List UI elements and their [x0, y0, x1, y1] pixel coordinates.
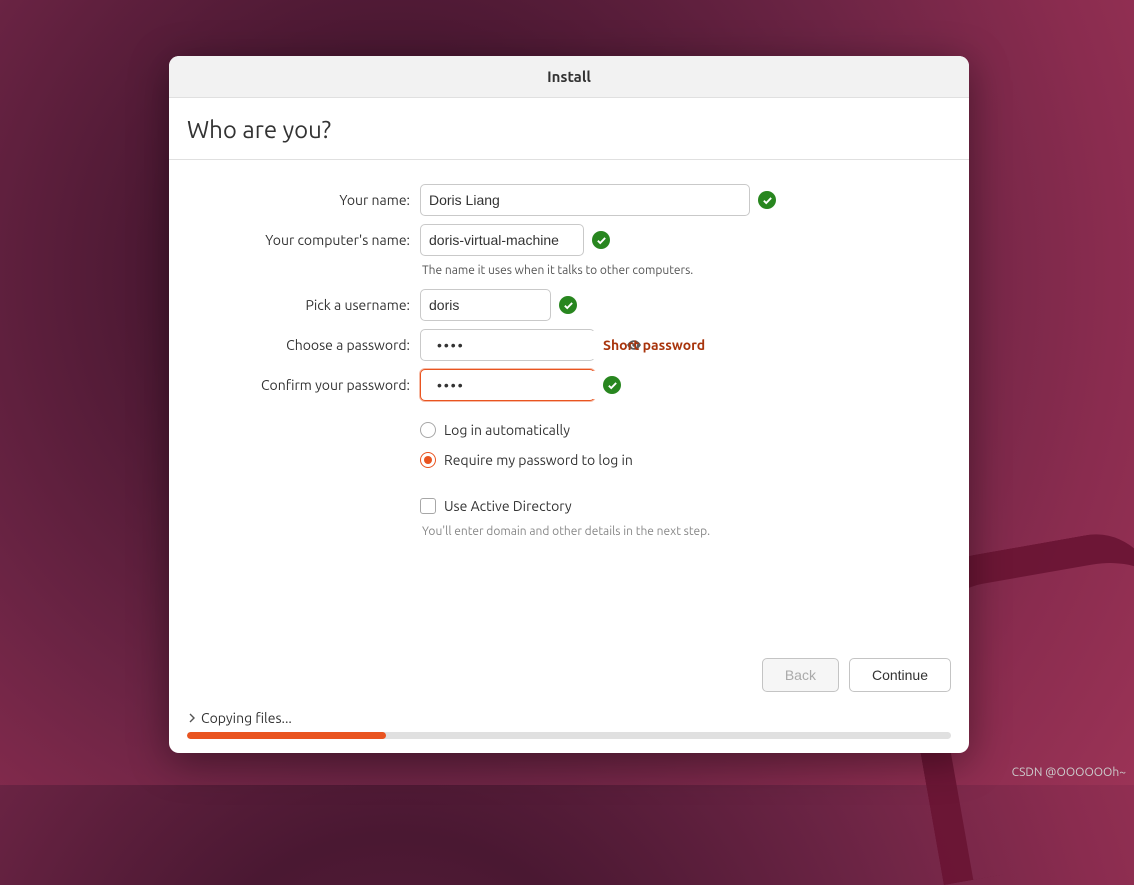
label-password: Choose a password:	[187, 337, 412, 353]
check-icon	[603, 376, 621, 394]
form: Your name: Your computer's name: The nam…	[187, 182, 951, 544]
progress-label: Copying files...	[201, 710, 292, 726]
page-heading: Who are you?	[187, 116, 951, 159]
require-password-label: Require my password to log in	[444, 452, 633, 468]
checkbox-active-directory[interactable]	[420, 498, 436, 514]
chevron-right-icon	[187, 713, 197, 723]
nav-buttons: Back Continue	[187, 644, 951, 710]
back-button[interactable]: Back	[762, 658, 839, 692]
name-input[interactable]	[420, 184, 750, 216]
label-username: Pick a username:	[187, 297, 412, 313]
check-icon	[758, 191, 776, 209]
window-title: Install	[547, 68, 591, 85]
password-field-wrap	[420, 329, 595, 361]
progress-fill	[187, 732, 386, 739]
check-icon	[559, 296, 577, 314]
password-strength: Short password	[603, 337, 705, 353]
confirm-password-input[interactable]	[429, 371, 626, 399]
auto-login-label: Log in automatically	[444, 422, 570, 438]
active-directory-label: Use Active Directory	[444, 498, 572, 514]
watermark: CSDN @OOOOOOh~	[1012, 766, 1126, 779]
username-input[interactable]	[420, 289, 551, 321]
computer-name-input[interactable]	[420, 224, 584, 256]
progress-expander[interactable]: Copying files...	[187, 710, 951, 726]
label-computer: Your computer's name:	[187, 232, 412, 248]
label-name: Your name:	[187, 192, 412, 208]
password-input[interactable]	[429, 331, 626, 359]
content-area: Who are you? Your name: Your computer's …	[169, 98, 969, 753]
installer-window: Install Who are you? Your name: Your com…	[169, 56, 969, 753]
continue-button[interactable]: Continue	[849, 658, 951, 692]
progress-area: Copying files...	[187, 710, 951, 753]
active-directory-hint: You'll enter domain and other details in…	[420, 523, 951, 544]
radio-auto-login[interactable]	[420, 422, 436, 438]
label-confirm: Confirm your password:	[187, 377, 412, 393]
progress-bar	[187, 732, 951, 739]
radio-require-password[interactable]	[420, 452, 436, 468]
confirm-field-wrap	[420, 369, 595, 401]
titlebar: Install	[169, 56, 969, 98]
check-icon	[592, 231, 610, 249]
divider	[169, 159, 969, 160]
computer-hint: The name it uses when it talks to other …	[420, 262, 951, 283]
